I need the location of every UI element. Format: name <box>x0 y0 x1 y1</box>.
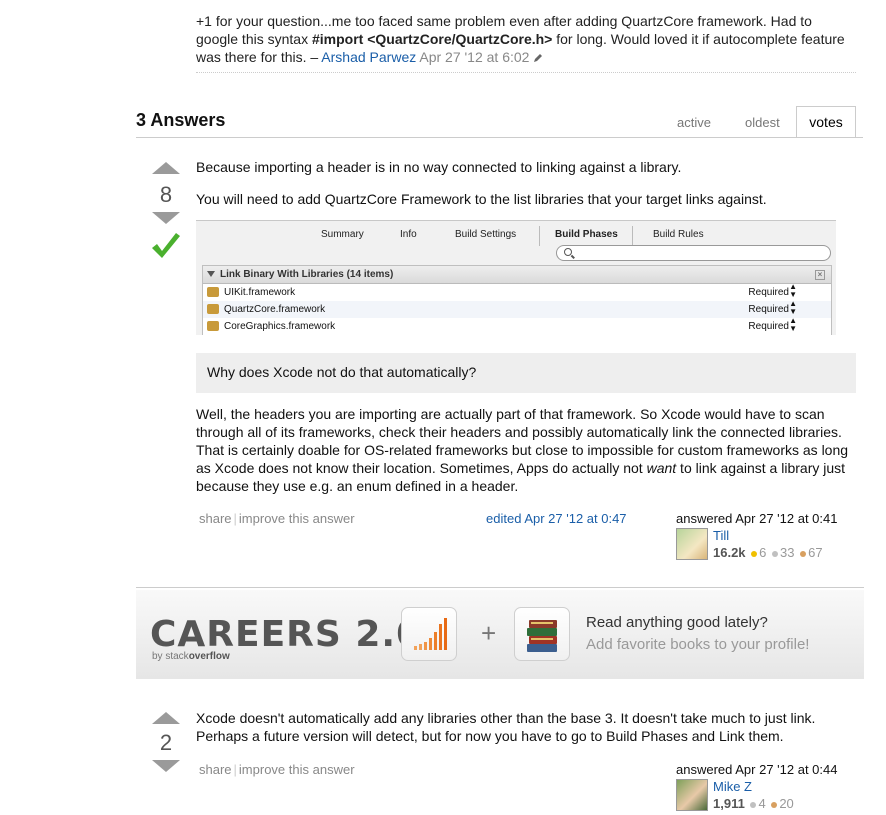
library-name: QuartzCore.framework <box>224 304 326 315</box>
bronze-badge-count: 20 <box>779 796 794 811</box>
answer2-answered-time: answered Apr 27 '12 at 0:44 <box>676 762 838 777</box>
careers-byline: by stackoverflow <box>152 651 230 662</box>
xcode-tab-info: Info <box>400 229 417 240</box>
vote-down-icon[interactable] <box>152 760 180 772</box>
user-reputation-row: 16.2k 6 33 67 <box>713 545 823 560</box>
library-status: Required <box>748 287 789 298</box>
close-icon: × <box>815 270 825 280</box>
xcode-library-row: UIKit.framework Required ▲ ▼ <box>203 282 831 301</box>
comment-date: Apr 27 '12 at 6:02 <box>419 49 530 65</box>
pencil-icon[interactable] <box>533 53 543 63</box>
framework-icon <box>207 304 219 315</box>
plus-sign: + <box>481 618 497 648</box>
xcode-tab-summary: Summary <box>321 229 364 240</box>
answer1-post-menu: share | improve this answer <box>199 511 355 526</box>
xcode-tab-bar: Summary Info Build Settings Build Phases… <box>196 226 836 246</box>
user-reputation: 16.2k <box>713 545 746 560</box>
gold-badge-icon <box>751 550 758 557</box>
answers-count-title: 3 Answers <box>136 110 226 130</box>
answer1-paragraph-3: Well, the headers you are importing are … <box>196 405 858 495</box>
xcode-tab-divider <box>632 226 633 246</box>
answer2-vote-column: 2 <box>149 712 183 772</box>
tab-active[interactable]: active <box>665 106 725 138</box>
framework-icon <box>207 321 219 332</box>
silver-badge-icon <box>772 550 779 557</box>
xcode-library-row: QuartzCore.framework Required ▲ ▼ <box>203 299 831 318</box>
answer1-paragraph-2: You will need to add QuartzCore Framewor… <box>196 191 767 207</box>
xcode-tab-build-rules: Build Rules <box>653 229 704 240</box>
stepper-icon: ▲ ▼ <box>789 299 797 316</box>
answer2-vote-count: 2 <box>159 730 173 755</box>
vote-up-icon[interactable] <box>152 162 180 174</box>
user-name-link[interactable]: Till <box>713 528 729 543</box>
answer-divider <box>136 587 864 588</box>
search-icon <box>564 248 572 256</box>
answer1-answered-time: answered Apr 27 '12 at 0:41 <box>676 511 838 526</box>
careers-subline: Add favorite books to your profile! <box>586 636 810 653</box>
answer1-user-card: answered Apr 27 '12 at 0:41 Till 16.2k 6… <box>676 511 856 564</box>
tab-oldest[interactable]: oldest <box>733 106 801 138</box>
user-reputation: 1,911 <box>713 796 745 811</box>
stepper-icon: ▲ ▼ <box>789 282 797 299</box>
library-name: UIKit.framework <box>224 287 296 298</box>
books-icon <box>514 607 570 661</box>
gold-badge-count: 6 <box>759 545 767 560</box>
improve-answer-link[interactable]: improve this answer <box>239 511 355 526</box>
answer1-edited-link[interactable]: edited Apr 27 '12 at 0:47 <box>486 511 627 526</box>
answer2-user-card: answered Apr 27 '12 at 0:44 Mike Z 1,911… <box>676 762 856 815</box>
share-link[interactable]: share <box>199 511 232 526</box>
improve-answer-link[interactable]: improve this answer <box>239 762 355 777</box>
byline-prefix: by stack <box>152 651 189 662</box>
user-reputation-row: 1,911 4 20 <box>713 796 794 811</box>
careers-logo: CAREERS 2.0 <box>150 614 423 655</box>
silver-badge-count: 4 <box>758 796 766 811</box>
tab-votes[interactable]: votes <box>796 106 856 138</box>
xcode-tab-divider <box>539 226 540 246</box>
answer1-paragraph-1: Because importing a header is in no way … <box>196 159 682 175</box>
disclosure-triangle-icon <box>207 271 215 278</box>
answer1-vote-column: 8 <box>149 162 183 267</box>
answer1-vote-count: 8 <box>159 182 173 207</box>
library-name: CoreGraphics.framework <box>224 321 336 332</box>
stepper-icon: ▲ ▼ <box>789 316 797 333</box>
bar-chart-icon <box>401 607 457 661</box>
answer2-text: Xcode doesn't automatically add any libr… <box>196 710 816 744</box>
framework-icon <box>207 287 219 298</box>
vote-up-icon[interactable] <box>152 712 180 724</box>
answer1-emphasis: want <box>646 460 677 476</box>
comment-code: #import <QuartzCore/QuartzCore.h> <box>311 31 553 47</box>
byline-brand: overflow <box>188 651 230 662</box>
bronze-badge-count: 67 <box>808 545 823 560</box>
bronze-badge-icon <box>800 550 807 557</box>
menu-separator: | <box>233 511 237 526</box>
answer1-blockquote: Why does Xcode not do that automatically… <box>196 353 856 393</box>
tabs-underline <box>136 137 863 138</box>
comment-author-link[interactable]: Arshad Parwez <box>321 49 416 65</box>
share-link[interactable]: share <box>199 762 232 777</box>
xcode-search-field <box>556 245 831 261</box>
xcode-tab-build-phases: Build Phases <box>555 229 618 240</box>
xcode-tab-build-settings: Build Settings <box>455 229 517 240</box>
xcode-link-libraries-panel: Link Binary With Libraries (14 items) × … <box>202 265 832 335</box>
xcode-library-row: CoreGraphics.framework Required ▲ ▼ <box>203 316 831 335</box>
question-comment: +1 for your question...me too faced same… <box>196 12 856 66</box>
xcode-section-header: Link Binary With Libraries (14 items) × <box>203 266 831 284</box>
comment-divider <box>196 72 856 73</box>
careers-headline: Read anything good lately? <box>586 614 768 631</box>
vote-down-icon[interactable] <box>152 212 180 224</box>
user-name-link[interactable]: Mike Z <box>713 779 752 794</box>
accepted-checkmark-icon <box>152 233 180 258</box>
avatar[interactable] <box>676 779 708 811</box>
menu-separator: | <box>233 762 237 777</box>
xcode-section-title: Link Binary With Libraries (14 items) <box>220 269 394 280</box>
library-status: Required <box>748 321 789 332</box>
silver-badge-count: 33 <box>780 545 795 560</box>
careers-ad-banner[interactable]: CAREERS 2.0 by stackoverflow + Read anyt… <box>136 590 864 679</box>
answer2-post-menu: share | improve this answer <box>199 762 355 777</box>
library-status: Required <box>748 304 789 315</box>
avatar[interactable] <box>676 528 708 560</box>
xcode-build-phases-screenshot: Summary Info Build Settings Build Phases… <box>196 220 836 335</box>
